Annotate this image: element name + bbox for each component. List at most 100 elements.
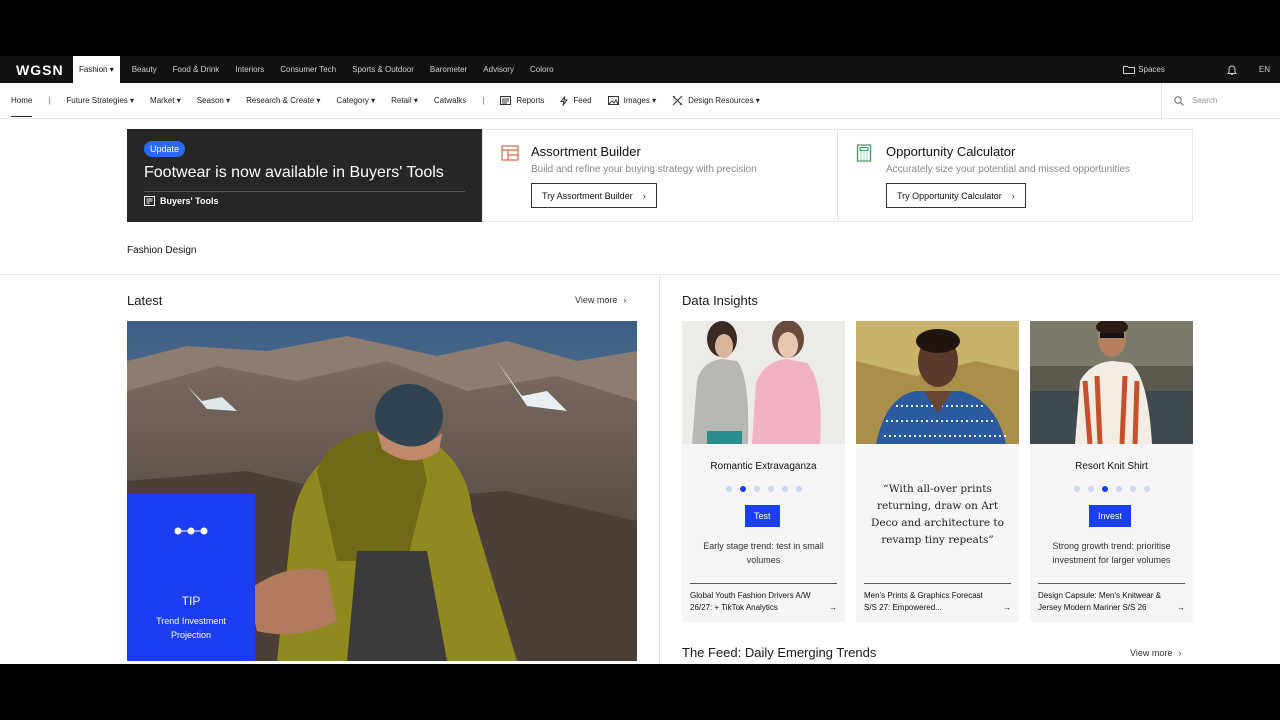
subnav-catwalks[interactable]: Catwalks [434,96,466,105]
subnav-feed[interactable]: Feed [560,95,592,106]
card-photo [1030,321,1193,444]
nav-interiors[interactable]: Interiors [235,65,264,74]
language-selector[interactable]: EN [1259,65,1270,74]
divider: | [48,96,51,105]
subnav-season[interactable]: Season ▾ [197,96,230,105]
footer-text: Men's Prints & Graphics Forecast S/S 27:… [864,591,983,612]
try-assortment-builder-button[interactable]: Try Assortment Builder › [531,183,657,208]
insight-card[interactable]: Resort Knit Shirt Invest Strong growth t… [1030,321,1193,622]
notification-bell-icon[interactable] [1226,64,1237,76]
nav-food-drink[interactable]: Food & Drink [173,65,220,74]
search-placeholder: Search [1192,96,1218,105]
spaces-button[interactable]: Spaces [1123,65,1177,74]
tip-overlay[interactable]: TIP Trend Investment Projection [127,494,255,661]
nav-advisory[interactable]: Advisory [483,65,514,74]
nav-fashion-label: Fashion [79,65,108,74]
caret-down-icon: ▾ [226,96,231,105]
tools-icon [672,95,683,106]
sub-navigation: Home | Future Strategies ▾ Market ▾ Seas… [0,82,1280,119]
assortment-builder-desc: Build and refine your buying strategy wi… [531,164,757,175]
promo-panel[interactable]: Update Footwear is now available in Buye… [127,129,482,222]
card-photo [856,321,1019,444]
subnav-label: Feed [573,96,592,105]
buyers-tools-label: Buyers' Tools [160,196,219,206]
search-box[interactable]: Search [1161,82,1280,119]
dot[interactable] [1073,486,1080,492]
nav-consumer-tech[interactable]: Consumer Tech [280,65,336,74]
layout-icon [501,144,521,221]
nav-beauty[interactable]: Beauty [132,65,157,74]
divider: | [482,96,485,105]
caret-down-icon: ▾ [130,96,135,105]
nav-barometer[interactable]: Barometer [430,65,467,74]
calculator-icon [856,144,876,221]
card-footer-link[interactable]: Men's Prints & Graphics Forecast S/S 27:… [864,583,1011,614]
caret-down-icon: ▾ [413,96,418,105]
latest-hero-image[interactable]: TIP Trend Investment Projection [127,321,637,661]
section-label: Fashion Design [127,245,197,256]
subnav-label: Images [623,96,650,105]
subnav-images[interactable]: Images ▾ [607,96,657,105]
top-navigation: WGSN Fashion ▾ Beauty Food & Drink Inter… [0,56,1280,83]
dot[interactable] [725,486,732,492]
subnav-future-strategies[interactable]: Future Strategies ▾ [66,96,134,105]
dot[interactable] [753,486,760,492]
subnav-reports[interactable]: Reports [500,96,544,105]
footer-text: Design Capsule: Men's Knitwear & Jersey … [1038,591,1161,612]
dot-active[interactable] [739,486,746,492]
nav-sports-outdoor[interactable]: Sports & Outdoor [352,65,414,74]
caret-down-icon: ▾ [109,65,114,74]
dot-active[interactable] [1101,486,1108,492]
section-divider [0,274,1280,275]
try-opportunity-calculator-button[interactable]: Try Opportunity Calculator › [886,183,1026,208]
subnav-home[interactable]: Home [11,96,33,117]
dot[interactable] [1087,486,1094,492]
latest-view-more-link[interactable]: View more › [575,295,626,305]
caret-down-icon: ▾ [755,96,760,105]
search-icon [1174,95,1184,106]
insight-card[interactable]: Romantic Extravaganza Test Early stage t… [682,321,845,622]
subnav-design-resources[interactable]: Design Resources ▾ [672,95,760,106]
dot[interactable] [1143,486,1150,492]
opportunity-calculator-panel: Opportunity Calculator Accurately size y… [837,130,1192,221]
subnav-market[interactable]: Market ▾ [150,96,181,105]
feed-heading: The Feed: Daily Emerging Trends [682,645,877,660]
nav-fashion[interactable]: Fashion ▾ [73,56,120,83]
subnav-label: Retail [391,96,412,105]
buyers-tools-link[interactable]: Buyers' Tools [144,196,219,206]
feed-view-more-link[interactable]: View more › [1130,648,1181,658]
card-footer-link[interactable]: Global Youth Fashion Drivers A/W 26/27: … [690,583,837,614]
subnav-research-create[interactable]: Research & Create ▾ [246,96,320,105]
dot[interactable] [767,486,774,492]
app-screen: WGSN Fashion ▾ Beauty Food & Drink Inter… [0,56,1280,664]
subnav-label: Category [336,96,369,105]
update-badge: Update [144,141,186,157]
arrow-right-icon: → [829,603,837,612]
subnav-label: Research & Create [246,96,315,105]
folder-icon [1123,66,1136,74]
dot[interactable] [795,486,802,492]
wgsn-logo[interactable]: WGSN [16,62,72,78]
tools-banner: Update Footwear is now available in Buye… [127,129,1193,222]
card-title: Resort Knit Shirt [1075,461,1148,472]
subnav-category[interactable]: Category ▾ [336,96,375,105]
image-icon [607,96,619,105]
dot[interactable] [1115,486,1122,492]
tip-dots-icon [174,527,208,535]
subnav-retail[interactable]: Retail ▾ [391,96,418,105]
subnav-label: Reports [516,96,545,105]
card-footer-link[interactable]: Design Capsule: Men's Knitwear & Jersey … [1038,583,1185,614]
dot[interactable] [1129,486,1136,492]
buyers-tools-icon [144,196,155,206]
tip-subtitle: Trend Investment Projection [156,616,226,640]
view-more-label: View more [575,295,618,305]
caret-down-icon: ▾ [652,96,657,105]
latest-heading: Latest [127,293,163,308]
card-photo [682,321,845,444]
arrow-right-icon: → [1177,603,1185,612]
button-label: Try Opportunity Calculator [897,190,1002,201]
insight-card[interactable]: “With all-over prints returning, draw on… [856,321,1019,622]
tip-label: TIP [181,594,201,608]
nav-coloro[interactable]: Coloro [530,65,554,74]
dot[interactable] [781,486,788,492]
